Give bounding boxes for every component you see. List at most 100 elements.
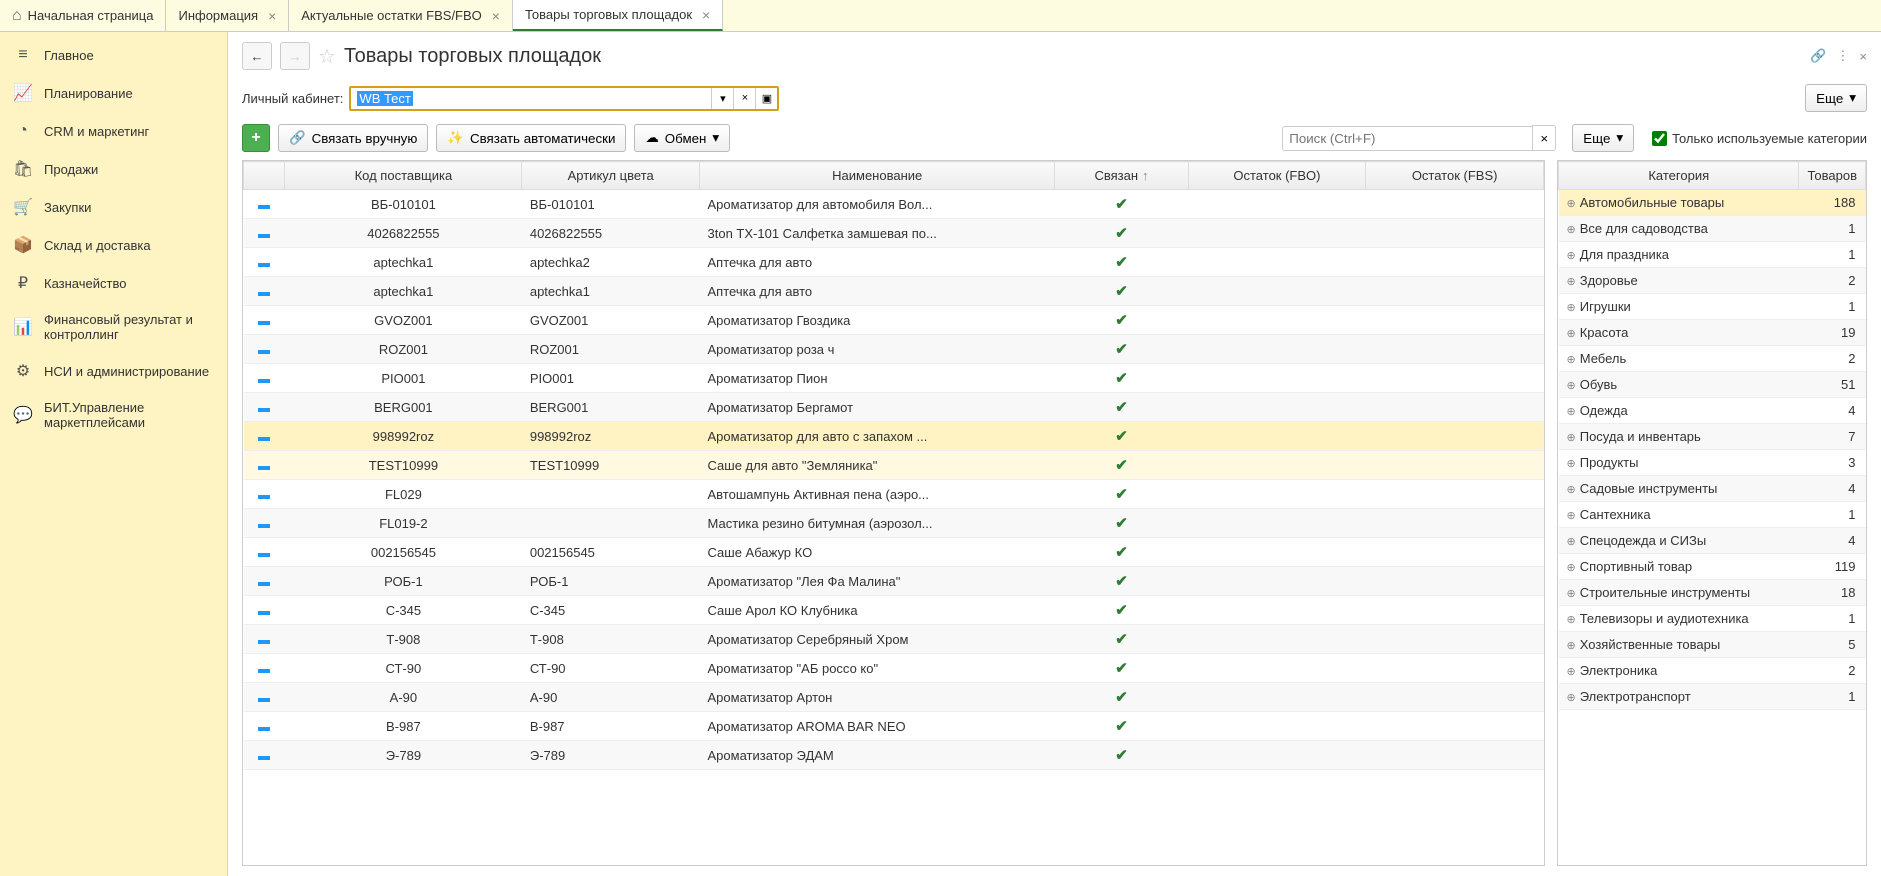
add-button[interactable]: + [242, 124, 270, 152]
table-row[interactable]: 002156545002156545Саше Абажур КО✔ [244, 538, 1544, 567]
expand-icon[interactable]: ⊕ [1567, 484, 1576, 496]
link-icon[interactable]: 🔗 [1810, 48, 1826, 64]
category-row[interactable]: ⊕Автомобильные товары188 [1559, 190, 1866, 216]
exchange-button[interactable]: ☁Обмен ▾ [634, 124, 730, 152]
col-fbs[interactable]: Остаток (FBS) [1366, 162, 1544, 190]
category-row[interactable]: ⊕Строительные инструменты18 [1559, 580, 1866, 606]
expand-icon[interactable]: ⊕ [1567, 536, 1576, 548]
table-row[interactable]: 998992roz998992rozАроматизатор для авто … [244, 422, 1544, 451]
category-row[interactable]: ⊕Сантехника1 [1559, 502, 1866, 528]
account-open-button[interactable]: ▣ [755, 88, 777, 109]
table-row[interactable]: А-90А-90Ароматизатор Артон✔ [244, 683, 1544, 712]
tab-close-icon[interactable]: × [702, 7, 710, 23]
expand-icon[interactable]: ⊕ [1567, 432, 1576, 444]
category-row[interactable]: ⊕Мебель2 [1559, 346, 1866, 372]
toolbar-more-button[interactable]: Еще ▾ [1572, 124, 1634, 152]
expand-icon[interactable]: ⊕ [1567, 458, 1576, 470]
category-row[interactable]: ⊕Электроника2 [1559, 658, 1866, 684]
sidebar-item-crm-и-маркетинг[interactable]: ◔CRM и маркетинг [0, 112, 227, 150]
expand-icon[interactable]: ⊕ [1567, 588, 1576, 600]
sidebar-item-финансовый-результат-и-контроллинг[interactable]: 📊Финансовый результат и контроллинг [0, 302, 227, 352]
tab-актуальные-остатки-fbs/fbo[interactable]: Актуальные остатки FBS/FBO× [289, 0, 513, 31]
table-row[interactable]: BERG001BERG001Ароматизатор Бергамот✔ [244, 393, 1544, 422]
link-auto-button[interactable]: ✨Связать автоматически [436, 124, 626, 152]
sidebar-item-бит.управление-маркетплейсами[interactable]: 💬БИТ.Управление маркетплейсами [0, 390, 227, 440]
sidebar-item-продажи[interactable]: 🛍Продажи [0, 150, 227, 188]
table-row[interactable]: FL029Автошампунь Активная пена (аэро...✔ [244, 480, 1544, 509]
page-more-button[interactable]: Еще ▾ [1805, 84, 1867, 112]
nav-back-button[interactable]: ← [242, 42, 272, 70]
only-used-checkbox[interactable] [1652, 131, 1667, 146]
table-row[interactable]: РОБ-1РОБ-1Ароматизатор "Лея Фа Малина"✔ [244, 567, 1544, 596]
col-article[interactable]: Артикул цвета [522, 162, 700, 190]
col-count[interactable]: Товаров [1799, 162, 1866, 190]
tab-close-icon[interactable]: × [492, 8, 500, 24]
search-input[interactable] [1282, 126, 1532, 151]
account-input[interactable]: WB Тест [351, 88, 711, 109]
table-row[interactable]: ROZ001ROZ001Ароматизатор роза ч✔ [244, 335, 1544, 364]
expand-icon[interactable]: ⊕ [1567, 614, 1576, 626]
category-row[interactable]: ⊕Все для садоводства1 [1559, 216, 1866, 242]
table-row[interactable]: Т-908Т-908Ароматизатор Серебряный Хром✔ [244, 625, 1544, 654]
category-row[interactable]: ⊕Электротранспорт1 [1559, 684, 1866, 710]
category-row[interactable]: ⊕Здоровье2 [1559, 268, 1866, 294]
tab-close-icon[interactable]: × [268, 8, 276, 24]
category-row[interactable]: ⊕Спортивный товар119 [1559, 554, 1866, 580]
col-supplier-code[interactable]: Код поставщика [285, 162, 522, 190]
expand-icon[interactable]: ⊕ [1567, 276, 1576, 288]
account-dropdown-button[interactable]: ▾ [711, 88, 733, 109]
category-row[interactable]: ⊕Садовые инструменты4 [1559, 476, 1866, 502]
category-row[interactable]: ⊕Игрушки1 [1559, 294, 1866, 320]
sidebar-item-закупки[interactable]: 🛒Закупки [0, 188, 227, 226]
table-row[interactable]: СТ-90СТ-90Ароматизатор "АБ россо ко"✔ [244, 654, 1544, 683]
col-status[interactable] [244, 162, 285, 190]
tab-информация[interactable]: Информация× [166, 0, 289, 31]
category-row[interactable]: ⊕Посуда и инвентарь7 [1559, 424, 1866, 450]
expand-icon[interactable]: ⊕ [1567, 562, 1576, 574]
table-row[interactable]: TEST10999TEST10999Саше для авто "Земляни… [244, 451, 1544, 480]
expand-icon[interactable]: ⊕ [1567, 666, 1576, 678]
expand-icon[interactable]: ⊕ [1567, 380, 1576, 392]
table-row[interactable]: С-345С-345Саше Арол КО Клубника✔ [244, 596, 1544, 625]
expand-icon[interactable]: ⊕ [1567, 328, 1576, 340]
category-row[interactable]: ⊕Обувь51 [1559, 372, 1866, 398]
expand-icon[interactable]: ⊕ [1567, 302, 1576, 314]
expand-icon[interactable]: ⊕ [1567, 224, 1576, 236]
expand-icon[interactable]: ⊕ [1567, 406, 1576, 418]
kebab-menu-icon[interactable]: ⋮ [1836, 48, 1849, 64]
only-used-checkbox-wrap[interactable]: Только используемые категории [1652, 131, 1867, 146]
expand-icon[interactable]: ⊕ [1567, 640, 1576, 652]
nav-forward-button[interactable]: → [280, 42, 310, 70]
category-row[interactable]: ⊕Для праздника1 [1559, 242, 1866, 268]
table-row[interactable]: PIO001PIO001Ароматизатор Пион✔ [244, 364, 1544, 393]
tab-начальная-страница[interactable]: Начальная страница [0, 0, 166, 31]
category-row[interactable]: ⊕Одежда4 [1559, 398, 1866, 424]
col-name[interactable]: Наименование [700, 162, 1055, 190]
table-row[interactable]: ВБ-010101ВБ-010101Ароматизатор для автом… [244, 190, 1544, 219]
tab-товары-торговых-площадок[interactable]: Товары торговых площадок× [513, 0, 723, 31]
expand-icon[interactable]: ⊕ [1567, 510, 1576, 522]
col-fbo[interactable]: Остаток (FBO) [1188, 162, 1366, 190]
table-row[interactable]: 402682255540268225553ton ТХ-101 Салфетка… [244, 219, 1544, 248]
category-row[interactable]: ⊕Продукты3 [1559, 450, 1866, 476]
sidebar-item-главное[interactable]: ≡Главное [0, 36, 227, 74]
sidebar-item-казначейство[interactable]: ₽Казначейство [0, 264, 227, 302]
sidebar-item-склад-и-доставка[interactable]: 📦Склад и доставка [0, 226, 227, 264]
table-row[interactable]: Э-789Э-789Ароматизатор ЭДАМ✔ [244, 741, 1544, 770]
table-row[interactable]: GVOZ001GVOZ001Ароматизатор Гвоздика✔ [244, 306, 1544, 335]
expand-icon[interactable]: ⊕ [1567, 354, 1576, 366]
category-row[interactable]: ⊕Спецодежда и СИЗы4 [1559, 528, 1866, 554]
account-clear-button[interactable]: × [733, 88, 755, 109]
sidebar-item-планирование[interactable]: 📈Планирование [0, 74, 227, 112]
table-row[interactable]: aptechka1aptechka2Аптечка для авто✔ [244, 248, 1544, 277]
table-row[interactable]: FL019-2Мастика резино битумная (аэрозол.… [244, 509, 1544, 538]
category-row[interactable]: ⊕Телевизоры и аудиотехника1 [1559, 606, 1866, 632]
category-row[interactable]: ⊕Красота19 [1559, 320, 1866, 346]
search-clear-button[interactable]: × [1532, 125, 1556, 151]
expand-icon[interactable]: ⊕ [1567, 198, 1576, 210]
table-row[interactable]: aptechka1aptechka1Аптечка для авто✔ [244, 277, 1544, 306]
col-linked[interactable]: Связан↑ [1055, 162, 1188, 190]
col-category[interactable]: Категория [1559, 162, 1799, 190]
favorite-star-icon[interactable]: ☆ [318, 44, 336, 69]
expand-icon[interactable]: ⊕ [1567, 250, 1576, 262]
